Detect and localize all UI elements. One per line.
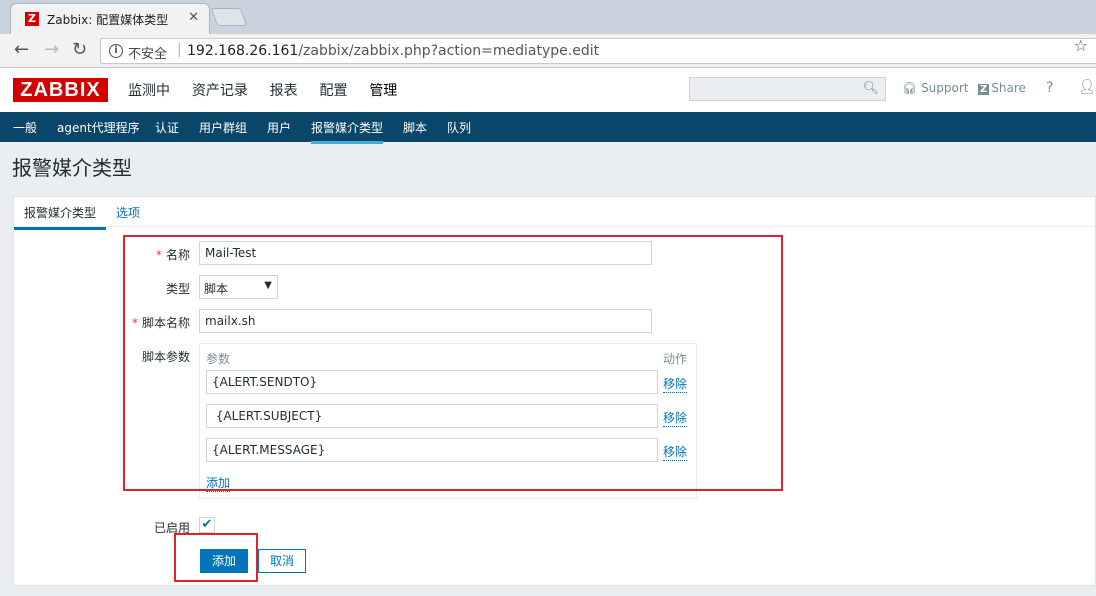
share-z-icon: Z [978,84,990,95]
menu-configuration[interactable]: 配置 [319,80,347,100]
submenu-item-users[interactable]: 用户 [267,119,291,136]
headset-icon: 🎧︎ [902,81,918,95]
browser-toolbar: ← → ↻ i 不安全 | 192.168.26.161/zabbix/zabb… [0,34,1096,68]
menu-administration[interactable]: 管理 [369,80,397,100]
share-link[interactable]: Z Share [978,81,1026,95]
search-icon[interactable]: 🔍︎ [862,81,879,96]
top-menu: 监测中 资产记录 报表 配置 管理 [128,80,415,100]
url-host: 192.168.26.161 [187,43,299,59]
submenu-item-proxies[interactable]: agent代理程序 [57,119,140,136]
search-input[interactable]: 🔍︎ [689,77,886,101]
menu-reports[interactable]: 报表 [270,80,298,100]
reload-icon[interactable]: ↻ [72,39,87,60]
security-label: 不安全 [128,47,168,62]
zabbix-favicon-icon: Z [25,12,39,26]
submenu-item-media-types[interactable]: 报警媒介类型 [311,119,384,144]
share-label: Share [991,81,1026,95]
url-separator: | [177,42,182,58]
browser-tab[interactable]: Z Zabbix: 配置媒体类型 ✕ [10,3,210,34]
tab-media-type[interactable]: 报警媒介类型 [14,204,107,230]
close-icon[interactable]: ✕ [188,10,199,25]
bookmark-star-icon[interactable]: ☆ [1074,36,1088,55]
page-title: 报警媒介类型 [12,156,132,180]
forward-arrow-icon[interactable]: → [44,39,59,60]
url-path: /zabbix/zabbix.php?action=mediatype.edit [298,43,600,59]
submenu: 一般 agent代理程序 认证 用户群组 用户 报警媒介类型 脚本 队列 [0,112,1096,144]
checkmark-icon: ✔ [201,517,213,532]
zabbix-header: ZABBIX 监测中 资产记录 报表 配置 管理 🔍︎ 🎧︎ Support Z… [0,68,1096,112]
browser-tabstrip: Z Zabbix: 配置媒体类型 ✕ [0,0,1096,34]
tab-options[interactable]: 选项 [116,204,140,221]
menu-monitoring[interactable]: 监测中 [128,80,170,100]
submenu-item-user-groups[interactable]: 用户群组 [199,119,247,136]
browser-tab-title: Zabbix: 配置媒体类型 [47,13,169,27]
submenu-item-queue[interactable]: 队列 [447,119,471,136]
support-label: Support [921,81,969,95]
new-tab-button[interactable] [210,8,248,26]
submenu-item-scripts[interactable]: 脚本 [403,119,427,136]
submenu-item-general[interactable]: 一般 [13,119,37,136]
help-link[interactable]: ? [1046,80,1053,96]
url-text: 192.168.26.161/zabbix/zabbix.php?action=… [187,43,599,59]
address-bar[interactable]: i 不安全 | 192.168.26.161/zabbix/zabbix.php… [100,38,1096,64]
back-arrow-icon[interactable]: ← [14,39,29,60]
zabbix-logo[interactable]: ZABBIX [13,78,108,102]
annotation-box-add-button [174,533,258,582]
menu-inventory[interactable]: 资产记录 [192,80,248,100]
form-tabs: 报警媒介类型 选项 [14,197,1095,230]
annotation-box-params [123,235,783,491]
cancel-button[interactable]: 取消 [258,549,306,573]
enabled-checkbox[interactable]: ✔ [199,517,215,533]
user-profile-icon[interactable]: 👤︎ [1078,79,1096,95]
support-link[interactable]: 🎧︎ Support [902,81,969,95]
submenu-item-authentication[interactable]: 认证 [155,119,179,136]
info-icon[interactable]: i [109,44,123,58]
